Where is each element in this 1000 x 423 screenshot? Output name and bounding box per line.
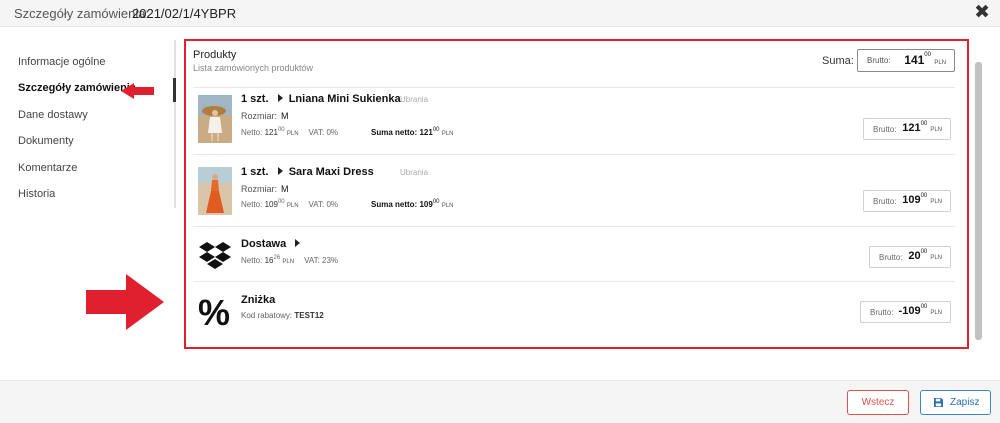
delivery-name[interactable]: Dostawa — [241, 238, 301, 250]
save-button[interactable]: Zapisz — [920, 390, 991, 415]
products-subtitle: Lista zamówionych produktów — [193, 63, 314, 73]
product-sum-net: Suma netto: 12100 PLN — [371, 127, 454, 137]
product-category: Ubrania — [400, 168, 429, 177]
back-button[interactable]: Wstecz — [847, 390, 909, 415]
save-button-label: Zapisz — [950, 397, 980, 408]
percent-icon: % — [198, 292, 231, 333]
order-details-label: Szczegóły zamówienia: — [14, 6, 150, 21]
product-net-price: Netto: 12100 PLN VAT: 0% — [241, 127, 339, 137]
product-name-sara[interactable]: 1 szt. Sara Maxi Dress — [241, 166, 374, 178]
sidebar-nav: Informacje ogólne Szczegóły zamówienia D… — [18, 50, 178, 208]
total-label: Suma: — [822, 55, 854, 67]
product-thumbnail-sara[interactable] — [198, 167, 232, 215]
sidebar-item-comments[interactable]: Komentarze — [18, 156, 178, 182]
total-gross-label: Brutto: — [867, 56, 891, 65]
modal-header: Szczegóły zamówienia: 2021/02/1/4YBPR ✖ — [0, 0, 1000, 27]
divider — [193, 281, 955, 282]
product-net-price: Netto: 10900 PLN VAT: 0% — [241, 199, 339, 209]
caret-right-icon[interactable] — [277, 94, 283, 102]
sidebar-active-indicator — [173, 78, 176, 102]
close-icon[interactable]: ✖ — [974, 2, 990, 24]
caret-right-icon[interactable] — [295, 239, 301, 247]
total-gross-value: 14100 PLN — [904, 52, 946, 67]
discount-name: Zniżka — [241, 294, 276, 306]
annotation-arrow-small-icon — [121, 83, 154, 99]
caret-right-icon[interactable] — [277, 167, 283, 175]
divider — [193, 226, 955, 227]
products-title: Produkty — [193, 49, 237, 61]
sidebar-item-documents[interactable]: Dokumenty — [18, 129, 178, 155]
divider — [193, 87, 955, 88]
scrollbar-thumb[interactable] — [975, 62, 982, 340]
discount-gross-box: Brutto: -10900 PLN — [860, 301, 951, 323]
product-thumbnail-lniana[interactable] — [198, 95, 232, 143]
product-category: Ubrania — [400, 95, 429, 104]
product-sum-net: Suma netto: 10900 PLN — [371, 199, 454, 209]
dropbox-icon — [199, 242, 231, 269]
product-size: Rozmiar: M — [241, 184, 289, 194]
divider — [193, 154, 955, 155]
order-id: 2021/02/1/4YBPR — [132, 6, 237, 21]
product-name-lniana[interactable]: 1 szt. Lniana Mini Sukienka — [241, 93, 401, 105]
product-size: Rozmiar: M — [241, 111, 289, 121]
sidebar-item-general-info[interactable]: Informacje ogólne — [18, 50, 178, 76]
sidebar-item-delivery-data[interactable]: Dane dostawy — [18, 103, 178, 129]
delivery-gross-box: Brutto: 2000 PLN — [869, 246, 951, 268]
delivery-net-price: Netto: 1626 PLN VAT: 23% — [241, 255, 339, 265]
total-gross-box: Brutto: 14100 PLN — [857, 49, 955, 72]
floppy-disk-icon — [934, 398, 943, 407]
sidebar-divider — [174, 40, 176, 208]
product-gross-box: Brutto: 10900 PLN — [863, 190, 951, 212]
discount-code: Kod rabatowy: TEST12 — [241, 311, 324, 320]
products-panel — [184, 39, 969, 349]
sidebar-item-history[interactable]: Historia — [18, 182, 178, 208]
product-gross-box: Brutto: 12100 PLN — [863, 118, 951, 140]
annotation-arrow-large-icon — [86, 274, 164, 330]
